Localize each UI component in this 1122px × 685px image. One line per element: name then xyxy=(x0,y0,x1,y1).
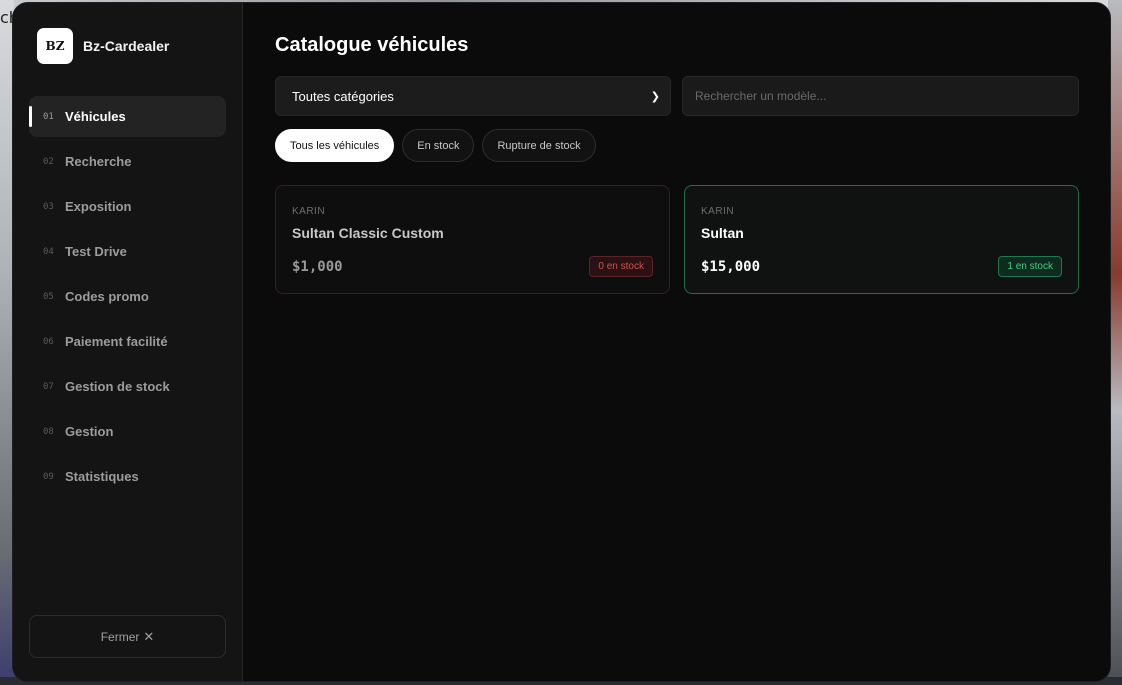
nav-number: 03 xyxy=(43,201,54,212)
nav-label: Test Drive xyxy=(65,244,127,259)
sidebar-item-exposition[interactable]: 03 Exposition xyxy=(29,186,226,227)
vehicle-model: Sultan xyxy=(701,225,744,241)
filter-all-vehicles[interactable]: Tous les véhicules xyxy=(275,129,395,162)
close-label: Fermer xyxy=(100,629,140,644)
brand-name: Bz-Cardealer xyxy=(83,38,170,54)
nav-label: Véhicules xyxy=(65,109,126,124)
stock-filters: Tous les véhicules En stock Rupture de s… xyxy=(275,129,596,162)
dealer-panel: BZ Bz-Cardealer 01 Véhicules 02 Recherch… xyxy=(12,2,1111,682)
nav-number: 06 xyxy=(43,336,54,347)
sidebar-item-test-drive[interactable]: 04 Test Drive xyxy=(29,231,226,272)
brand: BZ Bz-Cardealer xyxy=(37,28,169,64)
vehicle-brand: KARIN xyxy=(292,206,326,217)
filter-in-stock[interactable]: En stock xyxy=(402,129,475,162)
nav-label: Gestion xyxy=(65,424,114,439)
sidebar-item-codes-promo[interactable]: 05 Codes promo xyxy=(29,276,226,317)
category-select-value: Toutes catégories xyxy=(292,88,394,104)
nav-label: Statistiques xyxy=(65,469,139,484)
nav-label: Exposition xyxy=(65,199,132,214)
sidebar-nav: 01 Véhicules 02 Recherche 03 Exposition … xyxy=(29,96,226,501)
page-title: Catalogue véhicules xyxy=(275,34,469,56)
nav-label: Paiement facilité xyxy=(65,334,168,349)
brand-logo: BZ xyxy=(37,28,73,64)
vehicle-price: $1,000 xyxy=(292,259,343,275)
sidebar-item-statistiques[interactable]: 09 Statistiques xyxy=(29,456,226,497)
sidebar-item-gestion[interactable]: 08 Gestion xyxy=(29,411,226,452)
category-select[interactable]: Toutes catégories ❯ xyxy=(275,76,671,116)
vehicle-brand: KARIN xyxy=(701,206,735,217)
chevron-down-icon: ❯ xyxy=(650,90,660,103)
nav-number: 07 xyxy=(43,381,54,392)
vehicle-card[interactable]: KARIN Sultan Classic Custom $1,000 0 en … xyxy=(275,185,670,294)
stock-badge: 1 en stock xyxy=(998,256,1062,277)
vehicle-card[interactable]: KARIN Sultan $15,000 1 en stock xyxy=(684,185,1079,294)
nav-number: 01 xyxy=(43,111,54,122)
nav-label: Recherche xyxy=(65,154,132,169)
nav-number: 02 xyxy=(43,156,54,167)
stock-badge: 0 en stock xyxy=(589,256,653,277)
sidebar-item-paiement-facilite[interactable]: 06 Paiement facilité xyxy=(29,321,226,362)
vehicle-price: $15,000 xyxy=(701,259,761,275)
nav-number: 08 xyxy=(43,426,54,437)
nav-label: Codes promo xyxy=(65,289,149,304)
search-input[interactable] xyxy=(682,76,1079,116)
sidebar-item-vehicules[interactable]: 01 Véhicules xyxy=(29,96,226,137)
sidebar-item-gestion-de-stock[interactable]: 07 Gestion de stock xyxy=(29,366,226,407)
sidebar: BZ Bz-Cardealer 01 Véhicules 02 Recherch… xyxy=(13,3,243,681)
vehicle-model: Sultan Classic Custom xyxy=(292,225,444,241)
main-content: Catalogue véhicules Toutes catégories ❯ … xyxy=(243,3,1110,681)
nav-number: 05 xyxy=(43,291,54,302)
nav-number: 04 xyxy=(43,246,54,257)
nav-label: Gestion de stock xyxy=(65,379,170,394)
nav-number: 09 xyxy=(43,471,54,482)
sidebar-item-recherche[interactable]: 02 Recherche xyxy=(29,141,226,182)
close-button[interactable]: Fermer ✕ xyxy=(29,615,226,658)
close-icon: ✕ xyxy=(143,628,155,644)
filter-out-of-stock[interactable]: Rupture de stock xyxy=(482,129,596,162)
